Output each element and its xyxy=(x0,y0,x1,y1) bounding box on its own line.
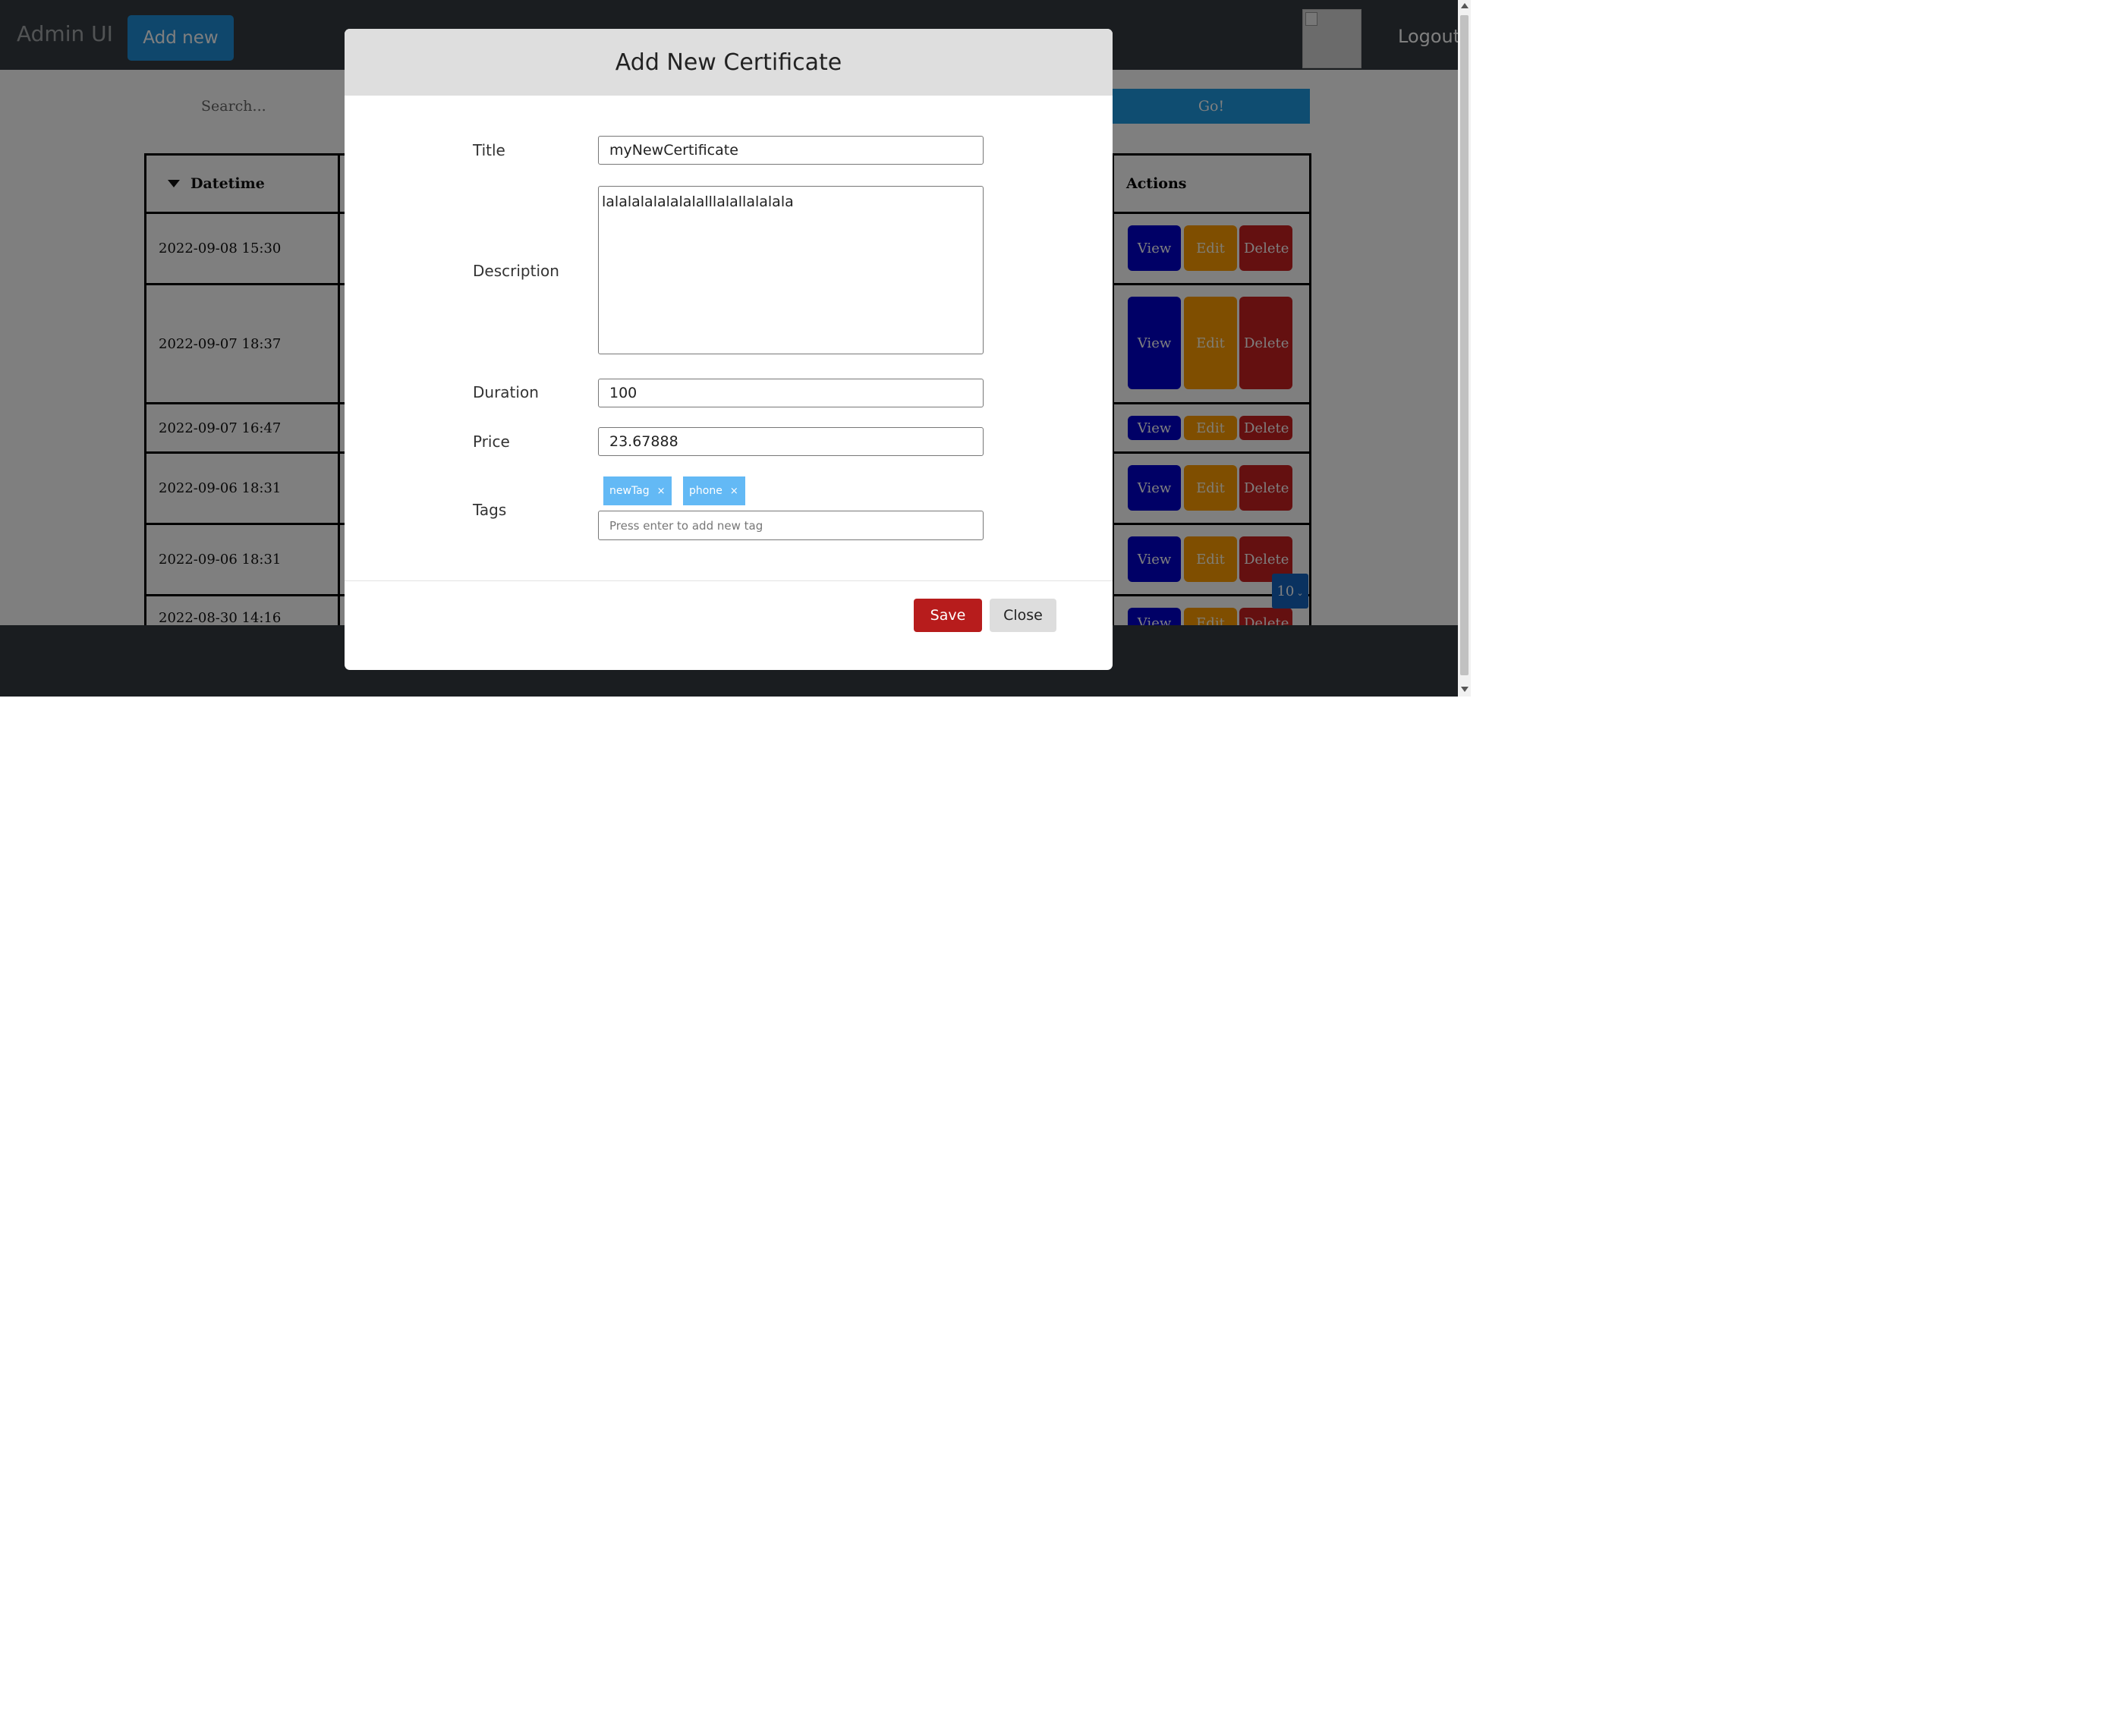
tag-chip-label: phone xyxy=(689,485,722,497)
description-label: Description xyxy=(473,262,559,280)
modal-title: Add New Certificate xyxy=(615,49,842,76)
price-field[interactable] xyxy=(598,427,984,456)
tag-input[interactable] xyxy=(598,511,984,540)
tag-chip-label: newTag xyxy=(609,485,650,497)
tags-label: Tags xyxy=(473,501,507,519)
add-certificate-modal: Add New Certificate Title Description la… xyxy=(345,29,1113,670)
browser-viewport: Admin UI Add new Logout Go! Datetime Act… xyxy=(0,0,1471,697)
save-button[interactable]: Save xyxy=(914,599,982,632)
tag-chip: newTag × xyxy=(603,476,672,505)
scroll-thumb[interactable] xyxy=(1460,15,1469,675)
tag-chip: phone × xyxy=(683,476,745,505)
vertical-scrollbar[interactable] xyxy=(1458,0,1471,697)
duration-field[interactable] xyxy=(598,379,984,407)
duration-label: Duration xyxy=(473,383,539,401)
description-field[interactable]: lalalalalalalalalllalallalalala xyxy=(598,186,984,354)
price-label: Price xyxy=(473,432,510,451)
remove-tag-icon[interactable]: × xyxy=(657,486,666,497)
title-label: Title xyxy=(473,141,505,159)
scroll-up-arrow-icon[interactable] xyxy=(1461,3,1469,8)
scroll-down-arrow-icon[interactable] xyxy=(1461,687,1469,692)
close-button[interactable]: Close xyxy=(990,599,1056,632)
remove-tag-icon[interactable]: × xyxy=(730,486,738,497)
title-field[interactable] xyxy=(598,136,984,165)
modal-footer-divider xyxy=(345,580,1113,581)
modal-header: Add New Certificate xyxy=(345,29,1113,96)
